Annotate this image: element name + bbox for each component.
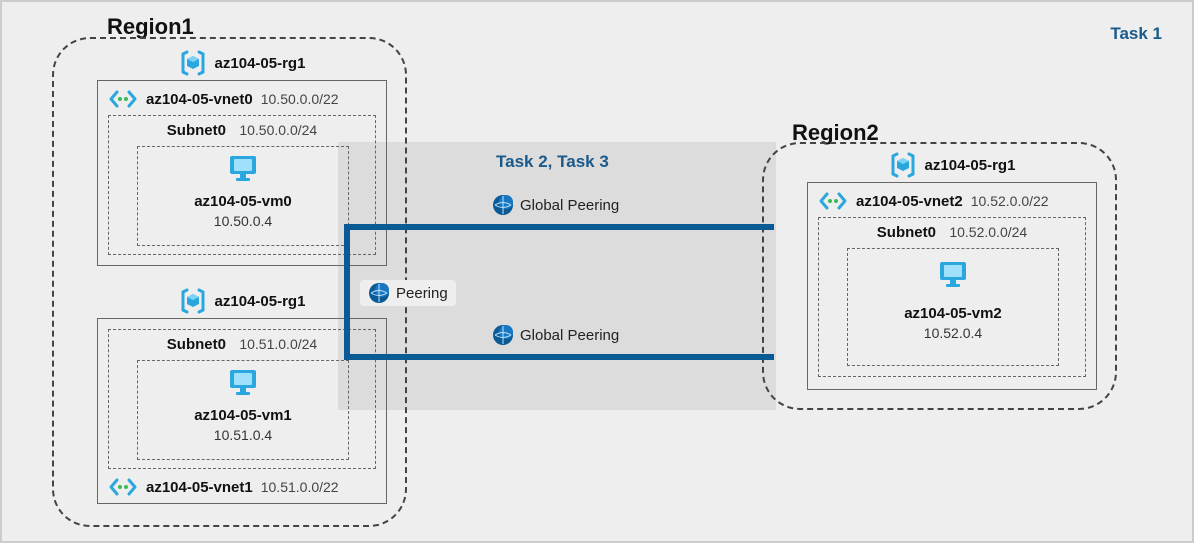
local-peering-stub-top bbox=[344, 224, 380, 230]
rg1a-name: az104-05-rg1 bbox=[215, 55, 306, 72]
rg1a-vnet-row: az104-05-vnet0 10.50.0.0/22 bbox=[108, 89, 339, 109]
global-peering-bottom-badge: Global Peering bbox=[492, 324, 619, 346]
vm-icon bbox=[848, 259, 1058, 294]
task23-band bbox=[338, 142, 776, 410]
global-peering-line-bottom bbox=[374, 354, 774, 360]
globe-icon bbox=[492, 324, 514, 346]
rg2-subnet-row: Subnet0 10.52.0.0/24 bbox=[819, 224, 1085, 242]
local-peering-text: Peering bbox=[396, 285, 448, 302]
rg2-vnet-row: az104-05-vnet2 10.52.0.0/22 bbox=[818, 191, 1049, 211]
vm-icon bbox=[138, 367, 348, 402]
rg1b-subnet-cidr: 10.51.0.0/24 bbox=[239, 336, 317, 352]
region2-title: Region2 bbox=[792, 120, 879, 146]
rg2-subnet-name: Subnet0 bbox=[877, 224, 936, 241]
global-peering-line-top bbox=[374, 224, 774, 230]
rg2-header: az104-05-rg1 bbox=[807, 152, 1097, 178]
region1-title: Region1 bbox=[107, 14, 194, 40]
resource-group-icon bbox=[179, 50, 207, 76]
rg1a-subnet-row: Subnet0 10.50.0.0/24 bbox=[109, 122, 375, 140]
task-1-label: Task 1 bbox=[1110, 24, 1162, 44]
rg1a-subnet-name: Subnet0 bbox=[167, 122, 226, 139]
vnet-icon bbox=[108, 89, 138, 109]
rg1b-vnet-name: az104-05-vnet1 bbox=[146, 479, 253, 496]
rg1b-subnet-name: Subnet0 bbox=[167, 336, 226, 353]
rg1a-subnet-box: Subnet0 10.50.0.0/24 az104-05-vm0 10.50.… bbox=[108, 115, 376, 255]
local-peering-line bbox=[344, 227, 350, 354]
rg1b-vnet-cidr: 10.51.0.0/22 bbox=[261, 479, 339, 495]
rg2-subnet-cidr: 10.52.0.0/24 bbox=[949, 224, 1027, 240]
task23-label: Task 2, Task 3 bbox=[496, 152, 609, 172]
resource-group-icon bbox=[889, 152, 917, 178]
resource-group-icon bbox=[179, 288, 207, 314]
global-peering-bottom-text: Global Peering bbox=[520, 327, 619, 344]
global-peering-top-badge: Global Peering bbox=[492, 194, 619, 216]
rg1b-subnet-box: Subnet0 10.51.0.0/24 az104-05-vm1 10.51.… bbox=[108, 329, 376, 469]
rg2-vnet-cidr: 10.52.0.0/22 bbox=[971, 193, 1049, 209]
rg1b-vnet-row: az104-05-vnet1 10.51.0.0/22 bbox=[108, 477, 339, 497]
rg1b-vm-box: az104-05-vm1 10.51.0.4 bbox=[137, 360, 349, 460]
rg1a-header: az104-05-rg1 bbox=[97, 50, 387, 76]
rg2-vm-name: az104-05-vm2 bbox=[848, 305, 1058, 322]
diagram-canvas: Task 1 Region1 az104-05-rg1 bbox=[0, 0, 1194, 543]
vnet-icon bbox=[818, 191, 848, 211]
globe-icon bbox=[368, 282, 390, 304]
global-peering-top-text: Global Peering bbox=[520, 197, 619, 214]
rg1b-vm-name: az104-05-vm1 bbox=[138, 407, 348, 424]
rg1b-vm-ip: 10.51.0.4 bbox=[138, 427, 348, 443]
rg2-name: az104-05-rg1 bbox=[925, 157, 1016, 174]
rg1b-name: az104-05-rg1 bbox=[215, 293, 306, 310]
rg2-subnet-box: Subnet0 10.52.0.0/24 az104-05-vm2 10.52.… bbox=[818, 217, 1086, 377]
rg2-vm-ip: 10.52.0.4 bbox=[848, 325, 1058, 341]
rg1a-vnet-name: az104-05-vnet0 bbox=[146, 91, 253, 108]
rg1a-vm-name: az104-05-vm0 bbox=[138, 193, 348, 210]
vm-icon bbox=[138, 153, 348, 188]
rg1a-vnet-cidr: 10.50.0.0/22 bbox=[261, 91, 339, 107]
rg1a-subnet-cidr: 10.50.0.0/24 bbox=[239, 122, 317, 138]
rg2-vnet-name: az104-05-vnet2 bbox=[856, 193, 963, 210]
rg1b-subnet-row: Subnet0 10.51.0.0/24 bbox=[109, 336, 375, 354]
rg1a-vm-ip: 10.50.0.4 bbox=[138, 213, 348, 229]
local-peering-stub-bottom bbox=[344, 354, 380, 360]
globe-icon bbox=[492, 194, 514, 216]
rg2-box: az104-05-vnet2 10.52.0.0/22 Subnet0 10.5… bbox=[807, 182, 1097, 390]
rg2-vm-box: az104-05-vm2 10.52.0.4 bbox=[847, 248, 1059, 366]
local-peering-badge: Peering bbox=[360, 280, 456, 306]
rg1a-vm-box: az104-05-vm0 10.50.0.4 bbox=[137, 146, 349, 246]
vnet-icon bbox=[108, 477, 138, 497]
